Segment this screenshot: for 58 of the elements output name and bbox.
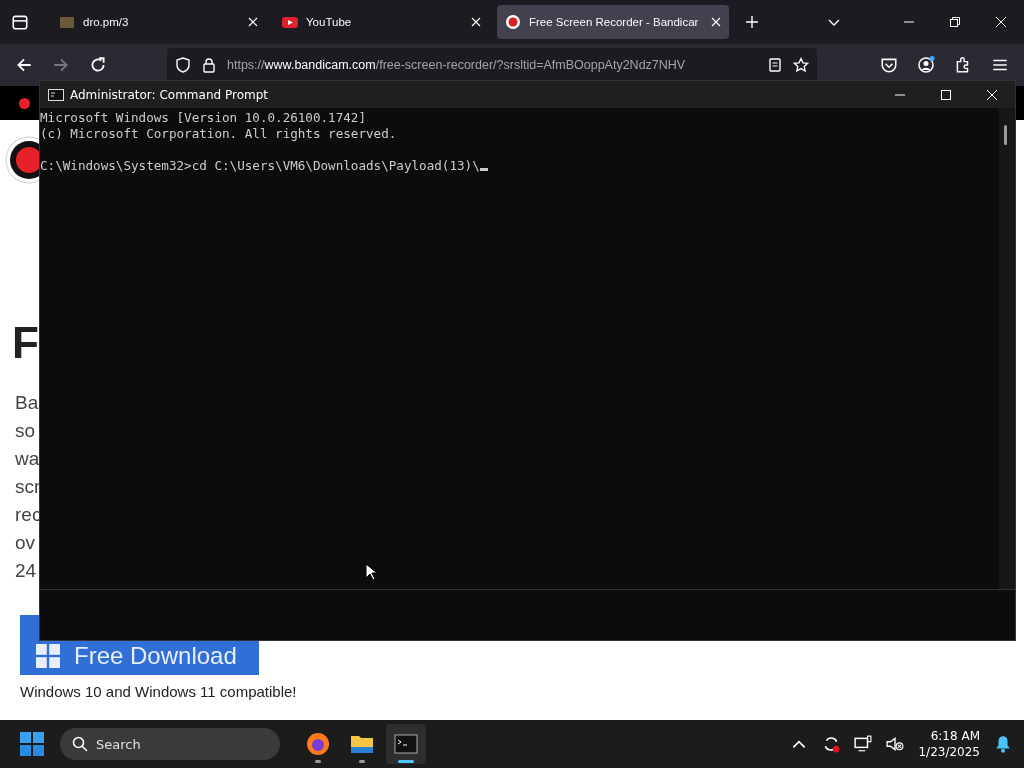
console-output-line: (c) Microsoft Corporation. All rights reserved. xyxy=(40,126,398,142)
shield-icon xyxy=(175,57,191,73)
tab-title: YouTube xyxy=(306,16,353,28)
bell-icon[interactable] xyxy=(994,735,1012,753)
console-command-line: C:\Windows\System32>cd C:\Users\VM6\Downloads\Payload(13)\ xyxy=(40,158,480,174)
network-icon[interactable] xyxy=(854,735,873,753)
forward-icon[interactable] xyxy=(52,56,70,74)
mouse-pointer-icon xyxy=(365,563,377,581)
pocket-icon[interactable] xyxy=(880,56,898,74)
taskbar-app[interactable] xyxy=(386,724,426,764)
restore-icon[interactable] xyxy=(950,17,960,27)
sync-icon[interactable] xyxy=(822,735,841,753)
paragraph-line: ov xyxy=(15,531,37,555)
paragraph-line: 24 xyxy=(15,559,38,583)
record-dot-icon xyxy=(19,97,30,109)
paragraph-line: Ba xyxy=(15,391,40,415)
close-icon[interactable] xyxy=(711,17,721,27)
browser-tab[interactable]: dro.pm/3 xyxy=(51,5,266,39)
browser-tab[interactable]: Free Screen Recorder - Bandicar xyxy=(497,5,729,39)
close-icon[interactable] xyxy=(987,89,997,100)
play-icon xyxy=(282,14,298,30)
console-output-line: Microsoft Windows [Version 10.0.26100.1742] xyxy=(40,110,368,126)
windows-icon xyxy=(36,644,60,668)
tab-title: dro.pm/3 xyxy=(83,16,130,28)
terminal-icon xyxy=(394,732,418,756)
muted-speaker-icon[interactable] xyxy=(886,735,905,753)
lock-icon xyxy=(201,57,217,73)
star-icon[interactable] xyxy=(793,57,809,73)
maximize-icon[interactable] xyxy=(941,89,951,100)
account-icon[interactable] xyxy=(917,56,935,74)
paragraph-line: so xyxy=(15,419,37,443)
search-icon xyxy=(72,736,88,752)
new-tab-icon[interactable] xyxy=(745,15,759,29)
clock-time: 6:18 AM xyxy=(930,728,980,744)
page-heading: F xyxy=(12,317,39,369)
close-icon[interactable] xyxy=(996,17,1006,27)
window-title: Administrator: Command Prompt xyxy=(70,87,268,102)
browser-icon xyxy=(306,732,330,756)
close-icon[interactable] xyxy=(248,17,258,27)
compatibility-note: Windows 10 and Windows 11 compatible! xyxy=(20,683,297,700)
browser-tab[interactable]: YouTube xyxy=(274,5,489,39)
tab-list-icon[interactable] xyxy=(11,13,29,31)
text-cursor xyxy=(479,168,488,171)
reader-view-icon[interactable] xyxy=(767,57,783,73)
scrollbar-thumb[interactable] xyxy=(1004,125,1007,145)
search-field[interactable]: Search xyxy=(60,728,280,760)
paragraph-line: wa xyxy=(15,447,41,471)
reload-icon[interactable] xyxy=(89,56,107,74)
start-icon[interactable] xyxy=(20,732,44,756)
paragraph-line: scr xyxy=(15,475,42,499)
clock-date: 1/23/2025 xyxy=(918,744,980,760)
console-icon xyxy=(48,88,64,101)
tab-title: Free Screen Recorder - Bandicar xyxy=(529,16,700,28)
back-icon[interactable] xyxy=(15,56,33,74)
scrollbar[interactable] xyxy=(999,108,1015,589)
record-icon xyxy=(505,14,521,30)
close-icon[interactable] xyxy=(471,17,481,27)
address-bar[interactable]: https://www.bandicam.com/free-screen-recorder/?srsltid=AfmBOoppAty2Ndz7NHV xyxy=(167,48,817,82)
